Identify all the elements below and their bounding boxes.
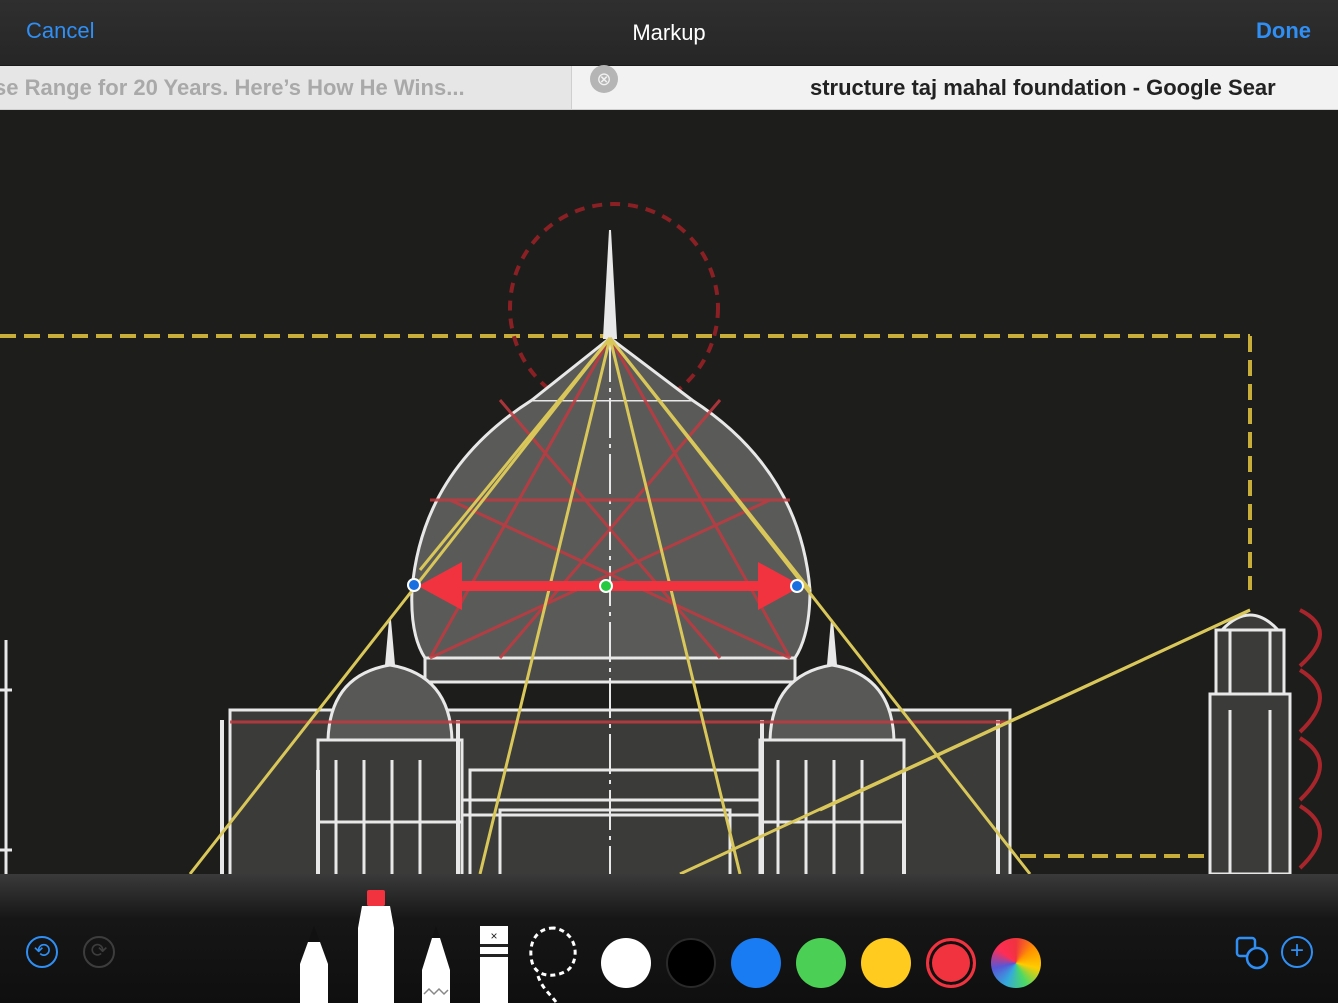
marker-tool[interactable] bbox=[354, 888, 398, 1003]
redo-icon: ⟳ bbox=[83, 936, 115, 968]
color-picker-icon[interactable] bbox=[991, 938, 1041, 988]
page-title: Markup bbox=[632, 20, 706, 45]
undo-icon[interactable]: ⟲ bbox=[26, 936, 58, 968]
pencil-tool[interactable] bbox=[420, 924, 452, 1003]
done-button[interactable]: Done bbox=[1256, 18, 1311, 44]
color-swatch-blue[interactable] bbox=[731, 938, 781, 988]
arrow-midpoint-handle[interactable] bbox=[599, 579, 613, 593]
pen-tool[interactable] bbox=[294, 924, 334, 1003]
right-minaret bbox=[1208, 613, 1292, 874]
svg-text:×: × bbox=[490, 929, 497, 943]
markup-toolbar: ⟲ ⟳ × + bbox=[0, 874, 1338, 1003]
captured-tab-inactive-title: se Range for 20 Years. Here’s How He Win… bbox=[0, 75, 465, 100]
markup-nav-bar: Cancel Markup Done bbox=[0, 0, 1338, 66]
taj-mahal-drawing bbox=[0, 202, 1322, 874]
captured-tab-active-title: structure taj mahal foundation - Google … bbox=[810, 75, 1276, 100]
color-swatch-yellow[interactable] bbox=[861, 938, 911, 988]
color-swatch-white[interactable] bbox=[601, 938, 651, 988]
close-icon: ⊗ bbox=[590, 65, 618, 93]
right-chhatri-body bbox=[758, 738, 906, 874]
left-chhatri-body bbox=[316, 738, 464, 874]
captured-tab-inactive: se Range for 20 Years. Here’s How He Win… bbox=[0, 66, 572, 109]
guide-arcs bbox=[1298, 608, 1322, 870]
color-swatch-red-selected[interactable] bbox=[926, 938, 976, 988]
markup-canvas[interactable] bbox=[0, 110, 1338, 874]
captured-tab-active: structure taj mahal foundation - Google … bbox=[572, 66, 1338, 109]
color-swatch-black[interactable] bbox=[666, 938, 716, 988]
left-minaret-edge bbox=[0, 640, 12, 874]
add-icon[interactable]: + bbox=[1281, 936, 1313, 968]
shapes-icon[interactable] bbox=[1235, 936, 1269, 970]
captured-tab-strip: se Range for 20 Years. Here’s How He Win… bbox=[0, 66, 1338, 110]
lasso-tool[interactable] bbox=[526, 924, 582, 1003]
arrow-end-handle[interactable] bbox=[790, 579, 804, 593]
arrow-start-handle[interactable] bbox=[407, 578, 421, 592]
eraser-tool[interactable]: × bbox=[478, 924, 510, 1003]
color-swatch-green[interactable] bbox=[796, 938, 846, 988]
